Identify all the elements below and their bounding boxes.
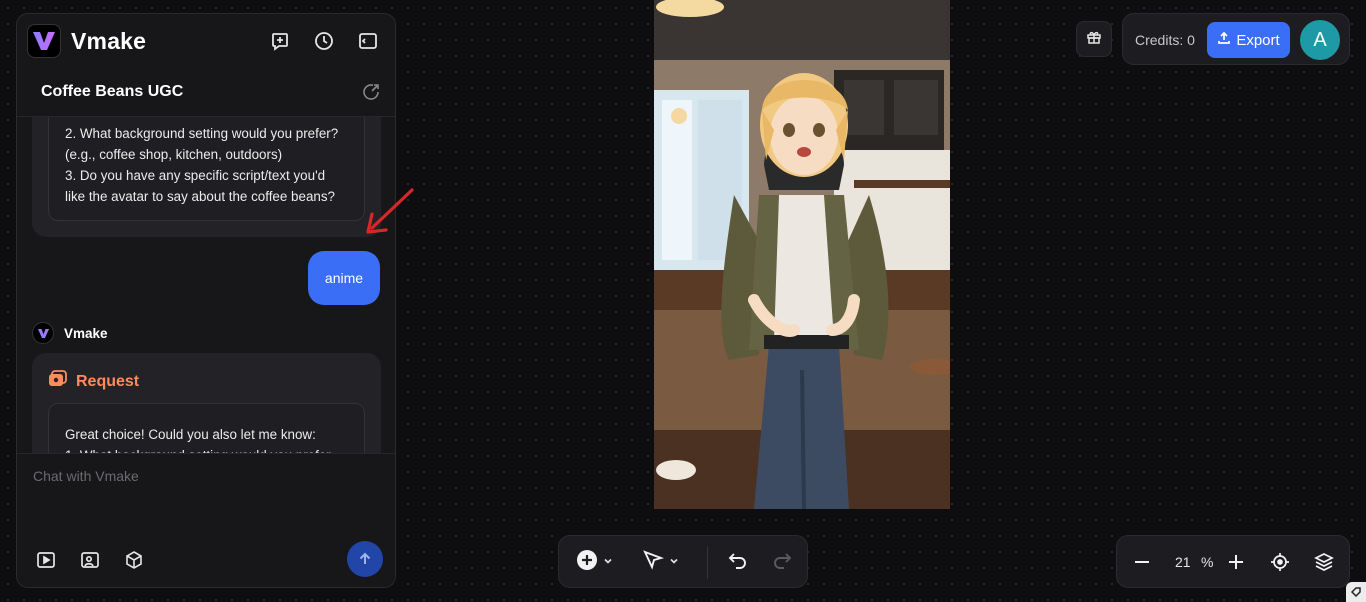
upload-icon bbox=[1217, 31, 1231, 49]
account-bar: Credits: 0 Export A bbox=[1122, 13, 1350, 65]
redo-icon bbox=[771, 549, 793, 576]
brand: Vmake bbox=[27, 24, 146, 58]
zoom-out-icon[interactable] bbox=[1131, 551, 1153, 573]
chat-input[interactable]: Chat with Vmake bbox=[33, 468, 139, 484]
new-chat-icon[interactable] bbox=[269, 30, 291, 52]
request-card: 2. What background setting would you pre… bbox=[48, 117, 365, 221]
collapse-panel-icon[interactable] bbox=[357, 30, 379, 52]
credits-label: Credits: 0 bbox=[1135, 32, 1195, 48]
select-tool-button[interactable] bbox=[641, 548, 679, 577]
redo-button[interactable] bbox=[771, 550, 793, 574]
user-message: anime bbox=[308, 251, 380, 305]
generated-image[interactable] bbox=[654, 0, 950, 509]
zoom-in-icon[interactable] bbox=[1225, 551, 1247, 573]
project-title: Coffee Beans UGC bbox=[41, 83, 184, 100]
message-line: 2. What background setting would you pre… bbox=[65, 126, 339, 162]
user-avatar[interactable]: A bbox=[1300, 20, 1340, 60]
undo-icon bbox=[727, 549, 749, 576]
gift-button[interactable] bbox=[1076, 21, 1112, 57]
gift-icon bbox=[1086, 29, 1102, 50]
zoom-value[interactable]: 21 bbox=[1175, 554, 1191, 570]
red-arrow-icon bbox=[366, 188, 414, 234]
recenter-icon[interactable] bbox=[1269, 551, 1291, 573]
chat-messages[interactable]: 2. What background setting would you pre… bbox=[17, 117, 395, 453]
request-icon bbox=[48, 370, 68, 393]
canvas-toolbar bbox=[558, 535, 808, 588]
message-line: 1. What background setting would you pre… bbox=[65, 445, 348, 453]
ai-message: 2. What background setting would you pre… bbox=[32, 117, 381, 237]
request-card: Great choice! Could you also let me know… bbox=[48, 403, 365, 453]
request-label: Request bbox=[76, 372, 140, 390]
zoom-controls: 21 % bbox=[1116, 535, 1350, 588]
message-sender: Vmake bbox=[32, 322, 108, 344]
cursor-icon bbox=[641, 548, 665, 577]
chat-input-area[interactable]: Chat with Vmake bbox=[17, 453, 395, 587]
plus-circle-icon bbox=[575, 548, 599, 577]
message-line: Great choice! Could you also let me know… bbox=[65, 427, 316, 442]
message-line: 3. Do you have any specific script/text … bbox=[65, 168, 335, 204]
zoom-unit: % bbox=[1201, 554, 1214, 570]
tag-icon[interactable] bbox=[1346, 582, 1366, 602]
video-icon[interactable] bbox=[35, 549, 57, 571]
brand-name: Vmake bbox=[71, 27, 147, 54]
send-button[interactable] bbox=[347, 541, 383, 577]
history-icon[interactable] bbox=[313, 30, 335, 52]
export-label: Export bbox=[1236, 31, 1280, 49]
ai-message: Request Great choice! Could you also let… bbox=[32, 353, 381, 453]
chevron-down-icon bbox=[603, 553, 613, 571]
cube-icon[interactable] bbox=[123, 549, 145, 571]
undo-button[interactable] bbox=[727, 550, 749, 574]
chat-panel: Vmake Coffee Beans UGC 2. What backgroun… bbox=[16, 13, 396, 588]
add-button[interactable] bbox=[575, 548, 613, 577]
vmake-logo-icon bbox=[27, 24, 61, 58]
chevron-down-icon bbox=[669, 553, 679, 571]
toolbar-divider bbox=[707, 546, 708, 579]
vmake-avatar-icon bbox=[32, 322, 54, 344]
sender-name: Vmake bbox=[64, 325, 108, 341]
image-icon[interactable] bbox=[79, 549, 101, 571]
layers-icon[interactable] bbox=[1313, 551, 1335, 573]
request-header: Request bbox=[48, 370, 139, 393]
share-icon[interactable] bbox=[361, 82, 381, 102]
export-button[interactable]: Export bbox=[1207, 22, 1290, 58]
